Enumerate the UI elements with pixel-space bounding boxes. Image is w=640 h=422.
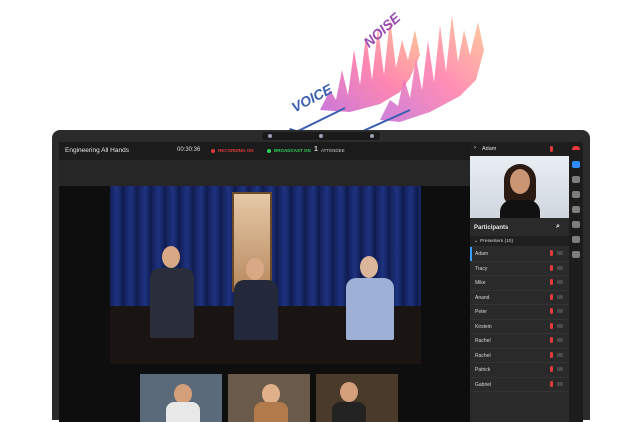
list-item[interactable]: Gabriel xyxy=(470,378,569,392)
participant-name: Rachel xyxy=(475,352,491,359)
presenters-label: Presenters (10) xyxy=(480,238,514,244)
meeting-timer: 00:30:36 xyxy=(177,147,201,153)
chat-icon[interactable] xyxy=(572,176,580,183)
camera-icon[interactable] xyxy=(557,367,563,371)
participant-name: Adam xyxy=(475,251,489,257)
list-item[interactable]: Tracy xyxy=(470,262,569,276)
webcam-bar xyxy=(262,132,380,140)
list-item[interactable]: Peter xyxy=(470,305,569,320)
participants-icon[interactable] xyxy=(572,161,580,168)
camera-icon xyxy=(319,134,323,138)
participants-header: Participants ⌕ xyxy=(470,222,569,234)
attendee-count: 1 xyxy=(314,146,318,153)
camera-icon[interactable] xyxy=(557,323,563,328)
presenters-group-header[interactable]: ⌄ Presenters (10) xyxy=(470,236,569,246)
attendee-label[interactable]: ATTENDEE xyxy=(321,148,345,153)
list-item[interactable]: Mike xyxy=(470,276,569,291)
list-item[interactable]: Anand xyxy=(470,291,569,305)
active-speaker-header[interactable]: › Adam xyxy=(470,142,569,156)
meeting-header: Engineering All Hands 00:30:36 RECORDING… xyxy=(59,142,470,160)
microphone-icon xyxy=(370,134,374,138)
search-icon[interactable]: ⌕ xyxy=(556,223,560,231)
active-speaker-name: Adam xyxy=(482,146,497,152)
participant-list: Adam Tracy Mike Anand Peter Kirstein Rac… xyxy=(470,247,569,392)
recording-status[interactable]: RECORDING ON xyxy=(218,148,254,153)
chevron-down-icon: ⌄ xyxy=(474,238,479,244)
microphone-icon xyxy=(550,146,553,152)
list-item[interactable]: Kirstein xyxy=(470,320,569,334)
microphone-muted-icon[interactable] xyxy=(550,366,553,372)
microphone-icon xyxy=(268,134,272,138)
toolbar-strip xyxy=(59,160,470,186)
participant-name: Peter xyxy=(475,309,487,315)
video-thumbnail[interactable] xyxy=(228,374,310,422)
camera-icon[interactable] xyxy=(557,338,563,342)
microphone-muted-icon[interactable] xyxy=(550,308,553,314)
list-item[interactable]: Rachel xyxy=(470,334,569,349)
hang-up-icon[interactable] xyxy=(572,146,580,150)
microphone-muted-icon[interactable] xyxy=(550,264,553,271)
camera-icon[interactable] xyxy=(557,309,563,313)
whiteboard-icon[interactable] xyxy=(572,221,580,228)
camera-icon[interactable] xyxy=(557,352,563,357)
microphone-muted-icon[interactable] xyxy=(550,250,553,256)
participant-name: Patrick xyxy=(475,367,491,373)
broadcast-indicator-icon xyxy=(267,149,271,153)
microphone-muted-icon[interactable] xyxy=(550,380,553,387)
video-thumbnail[interactable] xyxy=(140,374,222,422)
share-screen-icon[interactable] xyxy=(572,191,580,198)
laptop-bezel xyxy=(52,130,590,142)
meeting-title: Engineering All Hands xyxy=(65,147,129,154)
broadcast-status[interactable]: BROADCAST ON xyxy=(274,148,311,153)
chevron-right-icon: › xyxy=(474,145,476,151)
participants-panel: › Adam Participants ⌕ ⌄ Presenters (10) … xyxy=(470,142,569,422)
video-thumbnail[interactable] xyxy=(316,374,398,422)
camera-icon[interactable] xyxy=(557,294,563,299)
participant-name: Kirstein xyxy=(475,323,492,330)
participant-name: Anand xyxy=(475,294,490,301)
participants-title: Participants xyxy=(474,225,509,231)
microphone-muted-icon[interactable] xyxy=(550,351,553,358)
list-item[interactable]: Rachel xyxy=(470,349,569,363)
laptop-device: Engineering All Hands 00:30:36 RECORDING… xyxy=(52,130,590,422)
microphone-muted-icon[interactable] xyxy=(550,322,553,329)
participant-name: Rachel xyxy=(475,338,491,344)
image-icon[interactable] xyxy=(572,206,580,213)
participant-name: Mike xyxy=(475,280,486,286)
list-item[interactable]: Adam xyxy=(470,247,569,262)
participant-name: Tracy xyxy=(475,265,488,272)
record-icon[interactable] xyxy=(572,251,580,258)
main-video-stage[interactable] xyxy=(110,186,421,364)
microphone-muted-icon[interactable] xyxy=(550,293,553,300)
active-speaker-video[interactable] xyxy=(470,156,569,218)
participant-name: Gabriel xyxy=(475,381,492,388)
camera-icon[interactable] xyxy=(557,251,563,255)
camera-icon[interactable] xyxy=(557,265,563,270)
recording-indicator-icon xyxy=(211,149,215,153)
microphone-muted-icon[interactable] xyxy=(550,279,553,285)
conference-app-screen: Engineering All Hands 00:30:36 RECORDING… xyxy=(59,142,583,422)
camera-icon[interactable] xyxy=(557,280,563,284)
video-thumbnail-strip xyxy=(140,374,400,422)
camera-icon[interactable] xyxy=(557,381,563,386)
microphone-muted-icon[interactable] xyxy=(550,337,553,343)
message-icon[interactable] xyxy=(572,236,580,243)
side-icon-rail xyxy=(569,142,583,422)
list-item[interactable]: Patrick xyxy=(470,363,569,378)
